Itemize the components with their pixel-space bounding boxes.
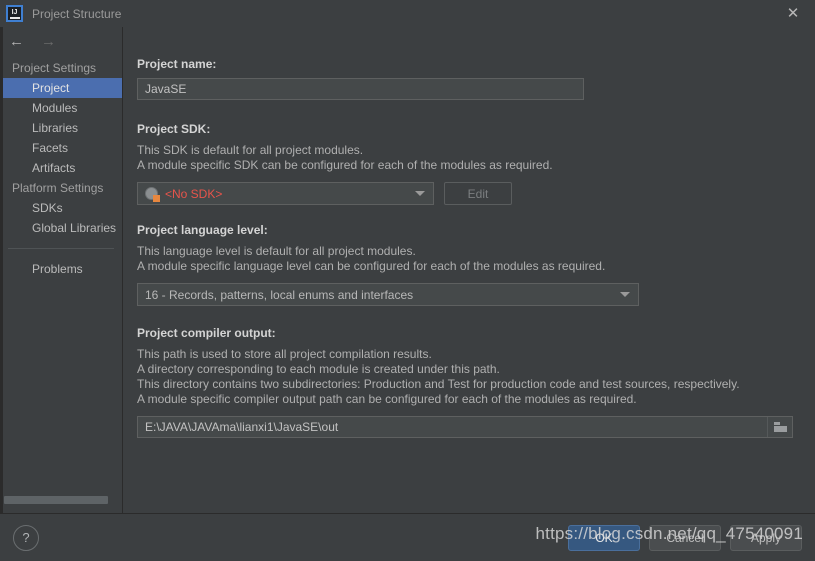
- project-sdk-dropdown[interactable]: <No SDK>: [137, 182, 434, 205]
- compiler-output-section: Project compiler output: This path is us…: [137, 326, 795, 438]
- back-arrow-icon[interactable]: ←: [9, 34, 24, 49]
- sidebar-group-platform-settings: Platform Settings: [12, 181, 104, 195]
- project-name-section: Project name: JavaSE: [137, 57, 795, 100]
- sidebar-group-project-settings: Project Settings: [12, 61, 97, 75]
- footer-buttons: OK Cancel Apply: [568, 525, 802, 551]
- sidebar-item-problems[interactable]: Problems: [0, 259, 122, 279]
- chevron-down-icon: [620, 292, 630, 297]
- project-name-label: Project name:: [137, 57, 217, 71]
- help-button[interactable]: ?: [13, 524, 39, 551]
- compiler-output-desc-3: This directory contains two subdirectori…: [137, 377, 740, 391]
- project-sdk-desc-1: This SDK is default for all project modu…: [137, 143, 364, 157]
- sdk-globe-icon: [145, 186, 160, 202]
- sidebar-nav-list: Project Settings Project Modules Librari…: [0, 55, 122, 279]
- folder-icon: [773, 422, 787, 432]
- compiler-output-input[interactable]: E:\JAVA\JAVAma\lianxi1\JavaSE\out: [137, 416, 793, 438]
- project-name-input[interactable]: JavaSE: [137, 78, 584, 100]
- compiler-output-desc-1: This path is used to store all project c…: [137, 347, 432, 361]
- project-sdk-controls: <No SDK> Edit: [137, 182, 795, 205]
- cancel-button[interactable]: Cancel: [649, 525, 721, 551]
- project-sdk-desc-2: A module specific SDK can be configured …: [137, 158, 553, 172]
- compiler-output-controls: E:\JAVA\JAVAma\lianxi1\JavaSE\out: [137, 416, 795, 438]
- language-level-desc-2: A module specific language level can be …: [137, 259, 606, 273]
- project-sdk-label: Project SDK:: [137, 122, 211, 136]
- language-level-controls: 16 - Records, patterns, local enums and …: [137, 283, 795, 306]
- compiler-output-value: E:\JAVA\JAVAma\lianxi1\JavaSE\out: [145, 420, 339, 434]
- sidebar-item-libraries[interactable]: Libraries: [0, 118, 122, 138]
- navigation-arrows: ← →: [0, 27, 122, 55]
- settings-sidebar: ← → Project Settings Project Modules Lib…: [0, 27, 123, 513]
- sidebar-item-project[interactable]: Project: [0, 78, 122, 98]
- sidebar-left-edge: [0, 27, 3, 513]
- dialog-body: ← → Project Settings Project Modules Lib…: [0, 27, 815, 513]
- dialog-footer: ? OK Cancel Apply: [0, 513, 815, 561]
- sidebar-divider: [8, 248, 114, 249]
- sidebar-horizontal-scrollbar[interactable]: [4, 496, 108, 504]
- title-bar: IJ Project Structure ✕: [0, 0, 815, 27]
- forward-arrow-icon[interactable]: →: [41, 34, 56, 49]
- compiler-output-desc-4: A module specific compiler output path c…: [137, 392, 637, 406]
- language-level-desc-1: This language level is default for all p…: [137, 244, 416, 258]
- intellij-idea-icon: IJ: [6, 5, 23, 22]
- language-level-label: Project language level:: [137, 223, 268, 237]
- browse-folder-button[interactable]: [767, 417, 792, 437]
- window-title: Project Structure: [32, 6, 122, 21]
- close-icon[interactable]: ✕: [771, 0, 815, 27]
- language-level-dropdown[interactable]: 16 - Records, patterns, local enums and …: [137, 283, 639, 306]
- language-level-value: 16 - Records, patterns, local enums and …: [145, 287, 414, 302]
- chevron-down-icon: [415, 191, 425, 196]
- sidebar-item-sdks[interactable]: SDKs: [0, 198, 122, 218]
- sidebar-item-artifacts[interactable]: Artifacts: [0, 158, 122, 178]
- project-structure-dialog: IJ Project Structure ✕ ← → Project Setti…: [0, 0, 815, 561]
- project-name-value: JavaSE: [145, 82, 187, 96]
- compiler-output-label: Project compiler output:: [137, 326, 276, 340]
- language-level-section: Project language level: This language le…: [137, 223, 795, 306]
- project-settings-panel: Project name: JavaSE Project SDK: This S…: [123, 27, 815, 513]
- compiler-output-desc-2: A directory corresponding to each module…: [137, 362, 500, 376]
- ok-button[interactable]: OK: [568, 525, 640, 551]
- project-sdk-value: <No SDK>: [165, 186, 223, 201]
- sidebar-item-global-libraries[interactable]: Global Libraries: [0, 218, 122, 238]
- edit-sdk-button[interactable]: Edit: [444, 182, 512, 205]
- project-sdk-section: Project SDK: This SDK is default for all…: [137, 122, 795, 205]
- apply-button[interactable]: Apply: [730, 525, 802, 551]
- sidebar-item-modules[interactable]: Modules: [0, 98, 122, 118]
- sidebar-item-facets[interactable]: Facets: [0, 138, 122, 158]
